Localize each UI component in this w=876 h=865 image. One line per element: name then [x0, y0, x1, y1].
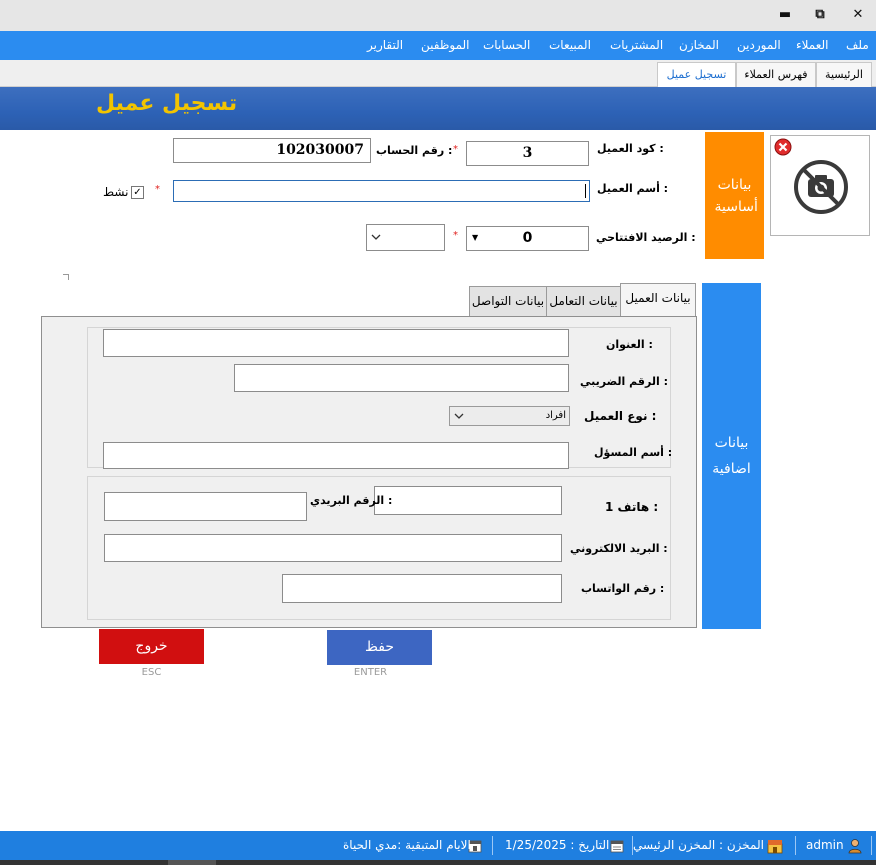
restore-button[interactable]: ⧉	[808, 4, 832, 26]
required-mark: *	[453, 230, 458, 241]
customer-type-label: نوع العميل :	[584, 409, 657, 423]
status-bar: admin المخزن : المخزن الرئيسي التاريخ : …	[0, 831, 876, 860]
manager-name-input[interactable]	[103, 442, 569, 469]
active-label: نشط	[103, 185, 129, 199]
address-label: العنوان :	[606, 338, 653, 351]
tab-home[interactable]: الرئيسية	[816, 62, 872, 87]
tax-number-input[interactable]	[234, 364, 569, 392]
menu-file[interactable]: ملف	[846, 31, 869, 60]
section-extra-data[interactable]: بيانات اضافية	[702, 283, 761, 629]
chevron-down-icon	[454, 413, 464, 419]
section-extra-label: بيانات اضافية	[712, 435, 751, 477]
status-store: المخزن : المخزن الرئيسي	[633, 838, 764, 852]
email-label: البريد الالكتروني :	[570, 542, 668, 555]
whatsapp-input[interactable]	[282, 574, 562, 603]
manager-name-label: أسم المسؤل :	[594, 446, 673, 459]
postal-code-input[interactable]	[104, 492, 307, 521]
calendar-icon	[610, 840, 624, 853]
active-checkbox[interactable]: ✓	[131, 186, 144, 199]
text-cursor	[585, 184, 586, 198]
window-title-bar: ▬ ⧉ ✕	[0, 0, 876, 31]
opening-balance-input[interactable]: ▼ 0	[466, 226, 589, 251]
store-icon	[767, 840, 783, 854]
menu-bar: ملف العملاء الموردين المخازن المشتريات ا…	[0, 31, 876, 60]
menu-accounts[interactable]: الحسابات	[483, 31, 530, 60]
status-separator	[632, 836, 633, 855]
opening-balance-label: الرصيد الافتتاحي :	[596, 231, 696, 244]
menu-sales[interactable]: المبيعات	[549, 31, 591, 60]
header-banner: تسجيل عميل	[0, 87, 876, 130]
address-input[interactable]	[103, 329, 569, 357]
opening-balance-value: 0	[522, 230, 533, 246]
subtab-contact-data[interactable]: بيانات التواصل	[469, 286, 547, 317]
customer-name-input[interactable]	[173, 180, 590, 202]
chevron-down-icon	[371, 234, 381, 240]
menu-customers[interactable]: العملاء	[796, 31, 829, 60]
status-separator	[492, 836, 493, 855]
customer-code-label: كود العميل :	[597, 142, 664, 155]
menu-stores[interactable]: المخازن	[679, 31, 719, 60]
corner-mark	[63, 274, 69, 280]
menu-reports[interactable]: التقارير	[367, 31, 403, 60]
account-number-input[interactable]: 102030007	[173, 138, 371, 163]
taskbar-highlight	[168, 860, 216, 865]
user-icon	[848, 839, 862, 854]
close-button[interactable]: ✕	[846, 4, 870, 26]
customer-code-input[interactable]: 3	[466, 141, 589, 166]
save-button[interactable]: حفظ	[327, 630, 432, 665]
section-basic-data[interactable]: بيانات أساسية	[705, 132, 764, 259]
customer-type-select[interactable]: افراد	[449, 406, 570, 426]
menu-purchases[interactable]: المشتريات	[610, 31, 663, 60]
subtab-customer-data[interactable]: بيانات العميل	[620, 283, 696, 317]
page-title: تسجيل عميل	[96, 91, 238, 116]
phone-1-input[interactable]	[374, 486, 562, 515]
account-number-label: رقم الحساب :	[376, 144, 453, 157]
tax-number-label: الرقم الضريبي :	[580, 375, 668, 388]
save-shortcut-hint: ENTER	[353, 667, 388, 678]
status-days-remaining: الايام المتبقية :مدي الحياة	[343, 838, 471, 852]
customer-type-value: افراد	[545, 410, 566, 421]
spinner-down-icon[interactable]: ▼	[472, 227, 478, 249]
status-user: admin	[806, 838, 844, 852]
subtab-dealing-data[interactable]: بيانات التعامل	[546, 286, 621, 317]
tab-customers-index[interactable]: فهرس العملاء	[736, 62, 816, 87]
status-separator	[871, 836, 872, 855]
status-date: التاريخ : 1/25/2025	[505, 838, 610, 852]
document-tab-strip: الرئيسية فهرس العملاء تسجيل عميل	[0, 60, 876, 87]
minimize-button[interactable]: ▬	[773, 4, 797, 26]
tab-register-customer[interactable]: تسجيل عميل	[657, 62, 736, 87]
status-separator	[795, 836, 796, 855]
customer-photo[interactable]	[770, 135, 870, 236]
whatsapp-label: رقم الواتساب :	[581, 582, 665, 595]
customer-name-label: أسم العميل :	[597, 182, 669, 195]
email-input[interactable]	[104, 534, 562, 562]
section-basic-label: بيانات أساسية	[714, 176, 758, 215]
taskbar-strip	[0, 860, 876, 865]
required-mark: *	[155, 184, 160, 195]
currency-select[interactable]	[366, 224, 445, 251]
menu-employees[interactable]: الموظفين	[421, 31, 470, 60]
exit-button[interactable]: خروج	[99, 629, 204, 664]
required-mark: *	[453, 144, 458, 155]
postal-code-label: الرقم البريدي :	[310, 494, 393, 507]
remove-photo-icon[interactable]	[774, 138, 792, 156]
exit-shortcut-hint: ESC	[141, 667, 162, 678]
phone-1-label: هاتف 1 :	[605, 500, 659, 514]
menu-suppliers[interactable]: الموردين	[737, 31, 781, 60]
